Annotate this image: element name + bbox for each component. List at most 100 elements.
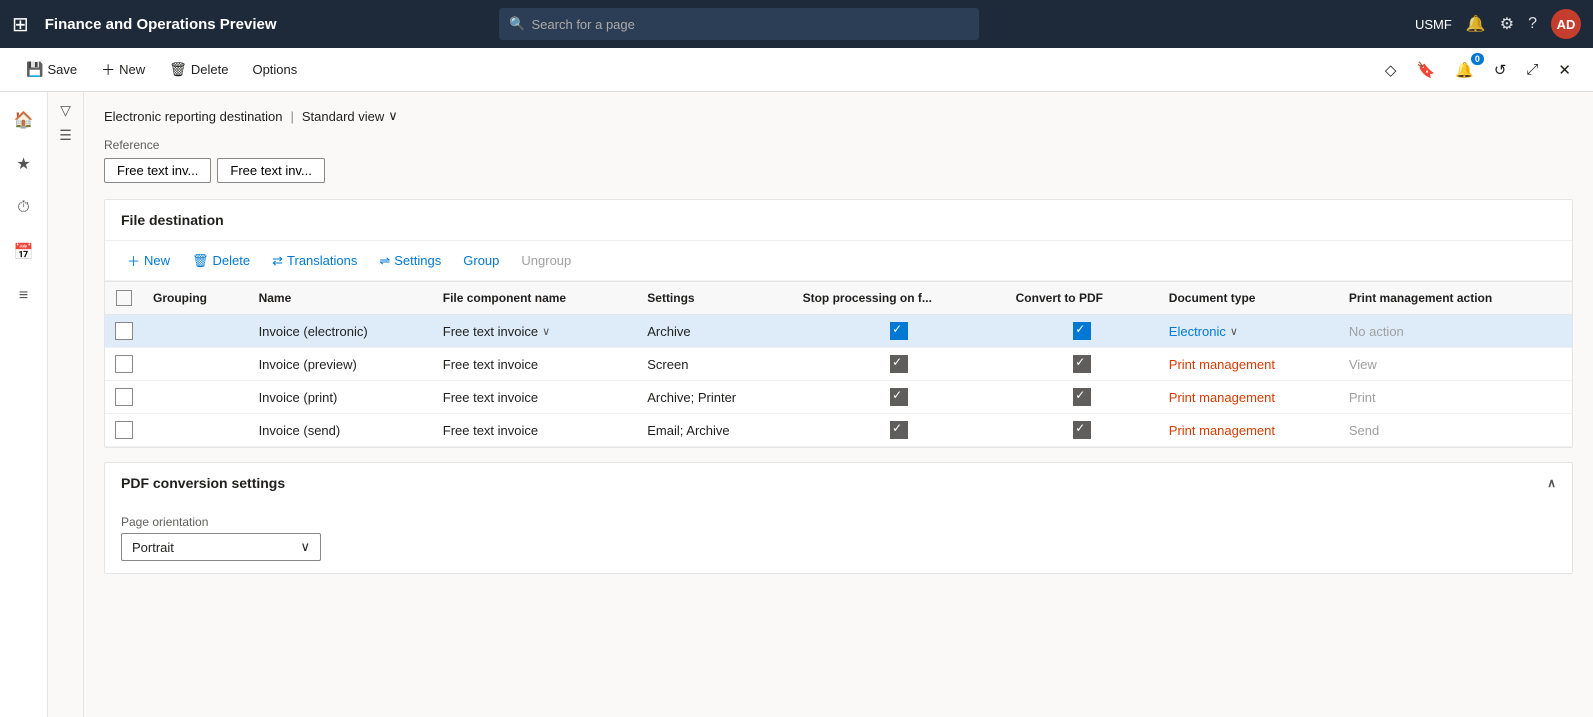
data-table-wrapper: Grouping Name File component name Settin… xyxy=(105,281,1572,447)
header-doc-type: Document type xyxy=(1159,282,1339,315)
grid-translations-button[interactable]: ⇄ Translations xyxy=(262,249,367,273)
table-row[interactable]: Invoice (preview)Free text invoiceScreen… xyxy=(105,348,1572,381)
ref-button-1[interactable]: Free text inv... xyxy=(104,158,211,183)
settings-icon[interactable]: ⚙ xyxy=(1500,14,1514,34)
file-destination-title: File destination xyxy=(121,212,224,228)
delete-button[interactable]: 🗑 Delete xyxy=(159,57,238,82)
header-check-col[interactable] xyxy=(105,282,143,315)
menu-icon[interactable]: ☰ xyxy=(59,127,72,144)
filter-strip: ▽ ☰ xyxy=(48,92,84,717)
row-stop-processing[interactable] xyxy=(793,381,1006,414)
cmd-bar-right: ◇ 🔖 🔔 0 ↺ ⤢ ✕ xyxy=(1379,57,1577,83)
row-doc-type[interactable]: Print management xyxy=(1159,414,1339,447)
header-file-component: File component name xyxy=(433,282,638,315)
row-convert-pdf[interactable] xyxy=(1006,348,1159,381)
save-button[interactable]: 💾 Save xyxy=(16,57,87,82)
header-stop-processing: Stop processing on f... xyxy=(793,282,1006,315)
pdf-conversion-section: PDF conversion settings ∧ Page orientati… xyxy=(104,462,1573,574)
row-check-col[interactable] xyxy=(105,348,143,381)
row-check-col[interactable] xyxy=(105,381,143,414)
grid-delete-icon: 🗑 xyxy=(192,253,209,269)
file-destination-header: File destination xyxy=(105,200,1572,241)
page-header: Electronic reporting destination | Stand… xyxy=(104,108,1573,124)
page-orientation-chevron: ∨ xyxy=(300,539,310,555)
top-nav: ⊞ Finance and Operations Preview 🔍 Searc… xyxy=(0,0,1593,48)
diamond-icon[interactable]: ◇ xyxy=(1379,57,1403,83)
layout: 🏠 ★ ⏱ 📅 ≡ ▽ ☰ Electronic reporting desti… xyxy=(0,92,1593,717)
row-print-action: No action xyxy=(1339,315,1572,348)
sidebar-icon-workspaces[interactable]: 📅 xyxy=(6,234,42,270)
page-orientation-select[interactable]: Portrait ∨ xyxy=(121,533,321,561)
row-settings: Email; Archive xyxy=(637,414,792,447)
grid-new-button[interactable]: ＋ New xyxy=(117,247,180,274)
table-row[interactable]: Invoice (electronic)Free text invoice∨Ar… xyxy=(105,315,1572,348)
user-company: USMF xyxy=(1415,17,1452,32)
sidebar-icon-list[interactable]: ≡ xyxy=(6,278,42,314)
header-settings: Settings xyxy=(637,282,792,315)
row-doc-type[interactable]: Electronic∨ xyxy=(1159,315,1339,348)
row-stop-processing[interactable] xyxy=(793,414,1006,447)
refresh-icon[interactable]: ↺ xyxy=(1488,57,1513,83)
new-button[interactable]: ＋ New xyxy=(91,56,155,84)
new-icon: ＋ xyxy=(101,60,115,80)
table-header-row: Grouping Name File component name Settin… xyxy=(105,282,1572,315)
row-doc-type[interactable]: Print management xyxy=(1159,348,1339,381)
header-name: Name xyxy=(249,282,433,315)
row-print-action: View xyxy=(1339,348,1572,381)
app-grid-icon[interactable]: ⊞ xyxy=(12,12,29,37)
avatar[interactable]: AD xyxy=(1551,9,1581,39)
table-row[interactable]: Invoice (print)Free text invoiceArchive;… xyxy=(105,381,1572,414)
save-icon: 💾 xyxy=(26,61,43,78)
row-settings: Archive; Printer xyxy=(637,381,792,414)
grid-ungroup-button[interactable]: Ungroup xyxy=(511,249,581,272)
ref-button-2[interactable]: Free text inv... xyxy=(217,158,324,183)
row-settings: Screen xyxy=(637,348,792,381)
sidebar-icon-home[interactable]: 🏠 xyxy=(6,102,42,138)
file-component-chevron-icon[interactable]: ∨ xyxy=(542,325,550,338)
grid-translations-icon: ⇄ xyxy=(272,253,283,269)
row-file-component: Free text invoice∨ xyxy=(433,315,638,348)
delete-icon: 🗑 xyxy=(169,61,187,78)
row-convert-pdf[interactable] xyxy=(1006,414,1159,447)
breadcrumb-separator: | xyxy=(291,109,294,124)
notification-icon[interactable]: 🔔 xyxy=(1466,14,1486,34)
bookmark-icon[interactable]: 🔖 xyxy=(1410,57,1441,83)
options-button[interactable]: Options xyxy=(242,58,307,81)
row-grouping xyxy=(143,315,249,348)
row-grouping xyxy=(143,381,249,414)
close-icon[interactable]: ✕ xyxy=(1552,57,1577,83)
table-row[interactable]: Invoice (send)Free text invoiceEmail; Ar… xyxy=(105,414,1572,447)
filter-icon[interactable]: ▽ xyxy=(60,102,71,119)
top-nav-right: USMF 🔔 ⚙ ? AD xyxy=(1415,9,1581,39)
help-icon[interactable]: ? xyxy=(1528,15,1537,33)
row-doc-type[interactable]: Print management xyxy=(1159,381,1339,414)
row-convert-pdf[interactable] xyxy=(1006,381,1159,414)
doc-type-chevron-icon[interactable]: ∨ xyxy=(1230,325,1238,338)
row-stop-processing[interactable] xyxy=(793,348,1006,381)
command-bar: 💾 Save ＋ New 🗑 Delete Options ◇ 🔖 🔔 0 ↺ … xyxy=(0,48,1593,92)
sidebar-icon-star[interactable]: ★ xyxy=(6,146,42,182)
row-convert-pdf[interactable] xyxy=(1006,315,1159,348)
row-file-component: Free text invoice xyxy=(433,348,638,381)
grid-toolbar: ＋ New 🗑 Delete ⇄ Translations ⇌ Settings… xyxy=(105,241,1572,281)
grid-new-icon: ＋ xyxy=(127,251,140,270)
reference-section: Reference Free text inv... Free text inv… xyxy=(104,138,1573,183)
row-check-col[interactable] xyxy=(105,315,143,348)
expand-icon[interactable]: ⤢ xyxy=(1520,57,1544,82)
grid-group-button[interactable]: Group xyxy=(453,249,509,272)
ref-buttons: Free text inv... Free text inv... xyxy=(104,158,1573,183)
sidebar-icon-recent[interactable]: ⏱ xyxy=(6,190,42,226)
view-selector[interactable]: Standard view ∨ xyxy=(302,108,398,124)
row-name: Invoice (print) xyxy=(249,381,433,414)
pdf-collapse-icon[interactable]: ∧ xyxy=(1547,476,1556,490)
row-check-col[interactable] xyxy=(105,414,143,447)
grid-settings-button[interactable]: ⇌ Settings xyxy=(369,249,451,273)
row-stop-processing[interactable] xyxy=(793,315,1006,348)
search-bar[interactable]: 🔍 Search for a page xyxy=(499,8,979,40)
grid-delete-button[interactable]: 🗑 Delete xyxy=(182,249,260,273)
view-chevron-icon: ∨ xyxy=(388,108,398,124)
page-orientation-label: Page orientation xyxy=(121,515,1556,529)
header-print-action: Print management action xyxy=(1339,282,1572,315)
notification-badge: 0 xyxy=(1471,53,1484,65)
row-grouping xyxy=(143,414,249,447)
